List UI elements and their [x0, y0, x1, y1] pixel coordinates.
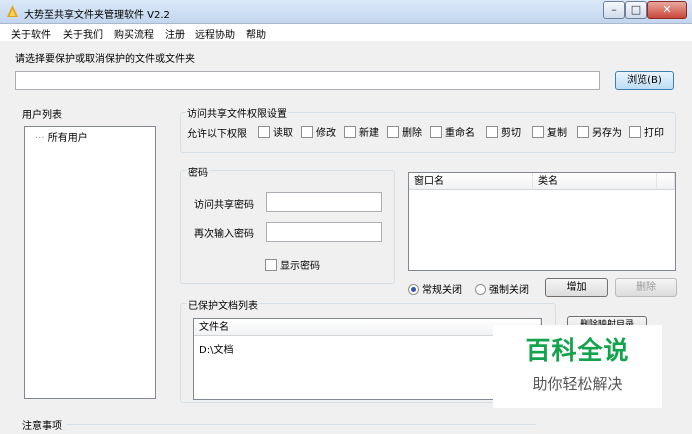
allow-permissions-label: 允许以下权限 — [187, 129, 247, 140]
save-as-checkbox[interactable]: 另存为 — [577, 124, 622, 139]
access-password-input[interactable] — [266, 192, 382, 212]
print-checkbox[interactable]: 打印 — [629, 124, 664, 139]
protected-list[interactable]: 文件名 D:\文档 — [193, 318, 542, 400]
path-input[interactable] — [15, 71, 600, 90]
menu-about-software[interactable]: 关于软件 — [11, 26, 51, 41]
user-list-item[interactable]: ··· 所有用户 — [35, 129, 88, 144]
watermark-logo: 百科全说 助你轻松解决 — [493, 325, 662, 408]
window-title: 大势至共享文件夹管理软件 V2.2 — [24, 10, 170, 21]
password-label: 密码 — [187, 164, 209, 179]
normal-close-radio[interactable]: 常规关闭 — [408, 281, 462, 296]
app-icon — [7, 5, 18, 17]
delete-checkbox[interactable]: 删除 — [387, 124, 422, 139]
cut-checkbox[interactable]: 剪切 — [486, 124, 521, 139]
force-close-radio[interactable]: 强制关闭 — [475, 281, 529, 296]
notes-divider — [66, 424, 536, 425]
menu-help[interactable]: 帮助 — [246, 26, 266, 41]
menu-register[interactable]: 注册 — [165, 26, 185, 41]
column-window-name[interactable]: 窗口名 — [409, 173, 533, 190]
menu-bar: 关于软件 关于我们 购买流程 注册 远程协助 帮助 — [0, 24, 692, 41]
close-button[interactable]: ✕ — [647, 1, 687, 19]
menu-remote-help[interactable]: 远程协助 — [195, 26, 235, 41]
column-class-name[interactable]: 类名 — [533, 173, 657, 190]
minimize-button[interactable]: – — [603, 1, 625, 19]
new-checkbox[interactable]: 新建 — [344, 124, 379, 139]
protected-item[interactable]: D:\文档 — [199, 341, 233, 356]
modify-checkbox[interactable]: 修改 — [301, 124, 336, 139]
permissions-label: 访问共享文件权限设置 — [186, 105, 288, 120]
copy-checkbox[interactable]: 复制 — [532, 124, 567, 139]
access-password-label: 访问共享密码 — [194, 200, 254, 211]
user-list-label: 用户列表 — [22, 110, 62, 121]
browse-button[interactable]: 浏览(B) — [615, 71, 674, 90]
user-list[interactable]: ··· 所有用户 — [24, 126, 156, 399]
window-table[interactable]: 窗口名 类名 — [408, 172, 676, 271]
protected-list-label: 已保护文档列表 — [187, 297, 259, 312]
show-password-checkbox[interactable]: 显示密码 — [265, 257, 320, 272]
confirm-password-label: 再次输入密码 — [194, 229, 254, 240]
maximize-button[interactable]: □ — [625, 1, 647, 19]
confirm-password-input[interactable] — [266, 222, 382, 242]
column-file-name[interactable]: 文件名 — [194, 319, 541, 336]
delete-button[interactable]: 删除 — [615, 278, 677, 297]
menu-about-us[interactable]: 关于我们 — [63, 26, 103, 41]
path-label: 请选择要保护或取消保护的文件或文件夹 — [15, 54, 195, 65]
menu-purchase[interactable]: 购买流程 — [114, 26, 154, 41]
read-checkbox[interactable]: 读取 — [258, 124, 293, 139]
add-button[interactable]: 增加 — [545, 278, 608, 297]
rename-checkbox[interactable]: 重命名 — [430, 124, 475, 139]
notes-label: 注意事项 — [22, 421, 62, 432]
table-header-filler — [657, 173, 675, 190]
